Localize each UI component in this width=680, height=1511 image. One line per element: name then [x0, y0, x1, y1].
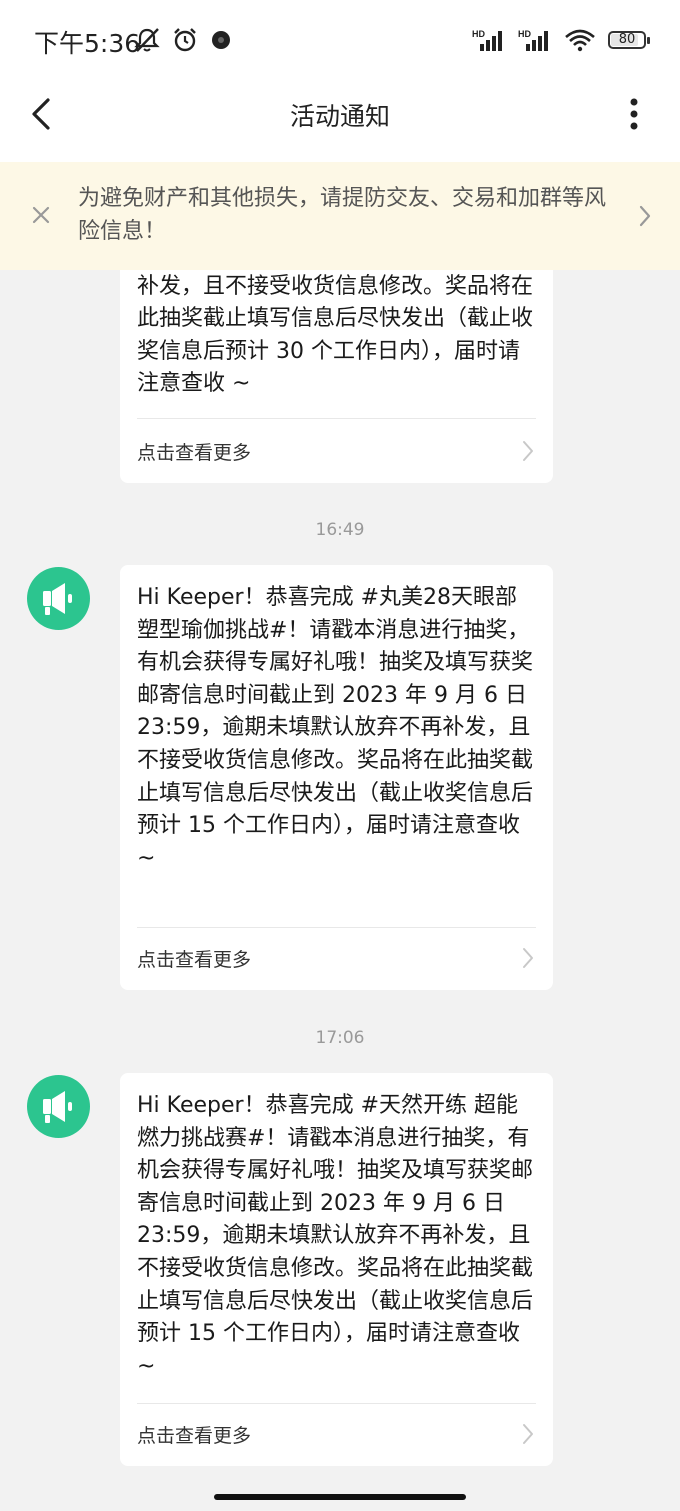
page-title: 活动通知	[289, 102, 390, 131]
battery-indicator: 80	[608, 31, 650, 49]
message-text: Hi Keeper！恭喜完成 #天然开练 超能燃力挑战赛#！请戳本消息进行抽奖，…	[137, 1093, 534, 1379]
wifi-icon	[565, 29, 595, 52]
chevron-right-icon	[523, 1424, 533, 1444]
status-icons-right: HD HD 80	[472, 26, 650, 54]
signal-hd-icon: HD	[518, 29, 548, 51]
mute-icon	[134, 28, 160, 52]
message-card[interactable]: Hi Keeper！恭喜完成 #丸美28天眼部塑型瑜伽挑战#！请戳本消息进行抽奖…	[120, 565, 553, 990]
view-more-label: 点击查看更多	[137, 949, 252, 971]
svg-text:HD: HD	[518, 29, 531, 39]
view-more-button[interactable]: 点击查看更多	[137, 428, 536, 476]
divider	[137, 418, 536, 419]
view-more-label: 点击查看更多	[137, 442, 252, 464]
divider	[137, 1403, 536, 1404]
more-options-button[interactable]	[622, 96, 646, 132]
message-feed[interactable]: 补发，且不接受收货信息修改。奖品将在此抽奖截止填写信息后尽快发出（截止收奖信息后…	[0, 270, 680, 1511]
signal-hd-icon: HD	[472, 29, 502, 51]
status-time: 下午5:36	[34, 29, 141, 58]
view-more-label: 点击查看更多	[137, 1425, 252, 1447]
message-timestamp: 17:06	[315, 1028, 365, 1048]
chevron-right-icon	[523, 948, 533, 968]
home-indicator[interactable]	[214, 1494, 466, 1500]
chevron-right-icon	[523, 441, 533, 461]
avatar[interactable]	[27, 1075, 90, 1138]
status-icons-left	[134, 26, 232, 54]
alarm-icon	[174, 28, 196, 52]
close-icon	[32, 206, 50, 224]
divider	[137, 927, 536, 928]
status-bar: 下午5:36 HD HD 80	[0, 0, 680, 80]
megaphone-icon	[43, 1091, 72, 1123]
nav-bar: 活动通知	[0, 80, 680, 162]
app-notification-icon	[212, 31, 230, 49]
megaphone-icon	[43, 583, 72, 615]
chevron-right-icon	[639, 205, 651, 227]
message-text: Hi Keeper！恭喜完成 #丸美28天眼部塑型瑜伽挑战#！请戳本消息进行抽奖…	[137, 585, 534, 871]
warning-text: 为避免财产和其他损失，请提防交友、交易和加群等风险信息！	[78, 186, 607, 244]
more-vertical-icon	[630, 98, 638, 130]
avatar[interactable]	[27, 567, 90, 630]
message-timestamp: 16:49	[315, 520, 365, 540]
view-more-button[interactable]: 点击查看更多	[137, 935, 536, 983]
svg-text:HD: HD	[472, 29, 485, 39]
close-banner-button[interactable]	[30, 204, 52, 226]
warning-banner[interactable]: 为避免财产和其他损失，请提防交友、交易和加群等风险信息！	[0, 162, 680, 270]
message-card[interactable]: 补发，且不接受收货信息修改。奖品将在此抽奖截止填写信息后尽快发出（截止收奖信息后…	[120, 270, 553, 483]
view-more-button[interactable]: 点击查看更多	[137, 1411, 536, 1459]
message-text: 补发，且不接受收货信息修改。奖品将在此抽奖截止填写信息后尽快发出（截止收奖信息后…	[137, 273, 534, 397]
message-card[interactable]: Hi Keeper！恭喜完成 #天然开练 超能燃力挑战赛#！请戳本消息进行抽奖，…	[120, 1073, 553, 1466]
banner-detail-button[interactable]	[638, 204, 652, 228]
